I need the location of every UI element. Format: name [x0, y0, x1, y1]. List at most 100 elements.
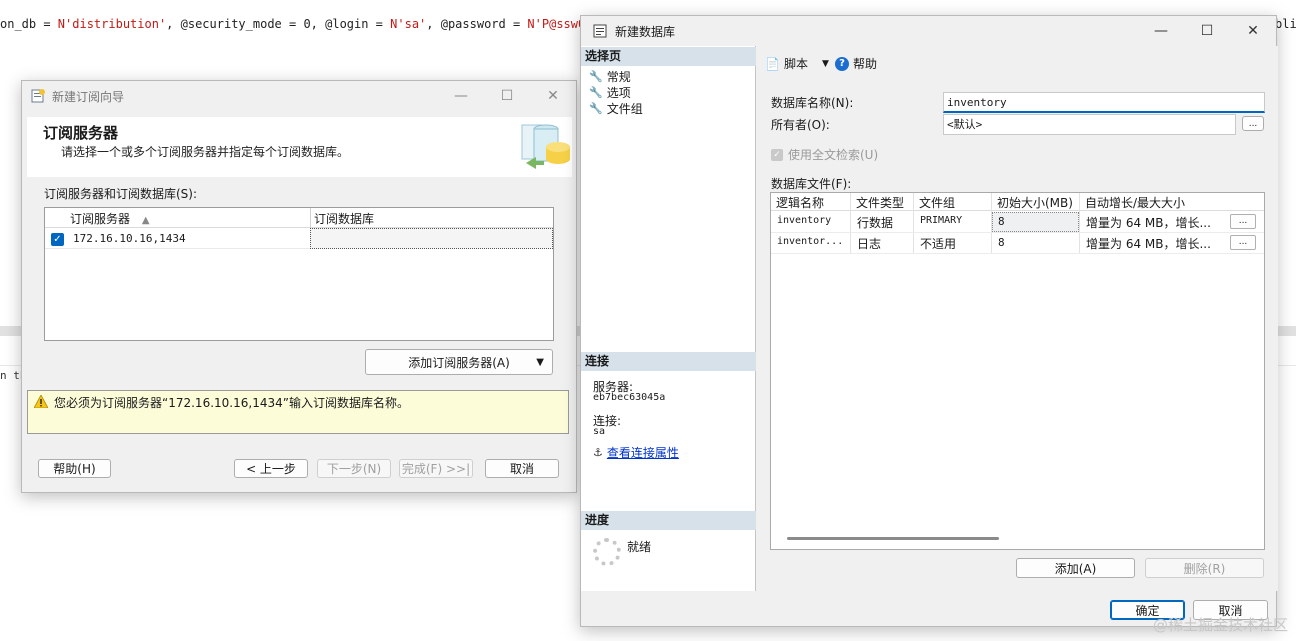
dialog-title: 新建数据库: [615, 24, 676, 39]
subscription-db-cell[interactable]: [310, 228, 553, 249]
select-page-header: 选择页: [581, 47, 756, 66]
back-button[interactable]: < 上一步: [234, 459, 308, 478]
sidebar-item-filegroups[interactable]: 🔧 文件组: [589, 100, 643, 117]
database-app-icon: [593, 24, 607, 38]
minimize-icon[interactable]: —: [438, 81, 484, 111]
next-button[interactable]: 下一步(N): [317, 459, 391, 478]
close-icon[interactable]: ✕: [530, 81, 576, 111]
watermark: @稀土掘金技术社区: [1152, 616, 1288, 634]
table-row[interactable]: ✓ 172.16.10.16,1434: [45, 228, 553, 249]
help-label: 帮助: [853, 57, 878, 71]
left-navigation-pane: 选择页 🔧 常规 🔧 选项 🔧 文件组 连接 服务器: eb7bec63045a…: [581, 46, 756, 591]
autogrowth-edit-button[interactable]: ...: [1230, 235, 1256, 250]
add-file-button[interactable]: 添加(A): [1016, 558, 1135, 578]
column-header-file-type[interactable]: 文件类型: [856, 194, 904, 211]
subscribers-grid[interactable]: 订阅服务器 ▲ 订阅数据库 ✓ 172.16.10.16,1434: [44, 207, 554, 341]
code-text: , @password =: [426, 17, 528, 31]
file-logical-name[interactable]: inventory: [777, 215, 831, 226]
wizard-app-icon: [30, 88, 46, 104]
minimize-icon[interactable]: —: [1138, 16, 1184, 46]
wrench-icon: 🔧: [589, 102, 603, 115]
column-header-initial-size[interactable]: 初始大小(MB): [997, 194, 1073, 211]
close-icon[interactable]: ✕: [1230, 16, 1276, 46]
sidebar-item-label: 常规: [606, 70, 631, 84]
subscribers-section-label: 订阅服务器和订阅数据库(S):: [44, 187, 198, 201]
grid-header: 订阅服务器 ▲ 订阅数据库: [45, 208, 553, 228]
page-title: 订阅服务器: [43, 124, 119, 142]
wrench-icon: 🔧: [589, 86, 603, 99]
file-initial-size[interactable]: 8: [998, 215, 1005, 228]
warning-icon: [33, 394, 49, 411]
row-checkbox[interactable]: ✓: [51, 233, 64, 246]
owner-label: 所有者(O):: [771, 118, 830, 132]
table-row[interactable]: inventor... 日志 不适用 8 增量为 64 MB，增长... ...: [771, 233, 1264, 254]
file-logical-name[interactable]: inventor...: [777, 236, 843, 247]
file-type[interactable]: 行数据: [857, 214, 893, 231]
fulltext-checkbox-row[interactable]: ✓ 使用全文检索(U): [771, 146, 878, 163]
browse-owner-button[interactable]: ...: [1242, 116, 1264, 131]
link-label: 查看连接属性: [606, 446, 679, 460]
finish-button[interactable]: 完成(F) >>|: [399, 459, 473, 478]
column-header-filegroup[interactable]: 文件组: [919, 194, 955, 211]
table-row[interactable]: inventory 行数据 PRIMARY 8 增量为 64 MB，增长... …: [771, 212, 1264, 233]
new-subscription-wizard: 新建订阅向导 — ☐ ✕ 订阅服务器 请选择一个或多个订阅服务器并指定每个订阅数…: [21, 80, 577, 493]
column-divider[interactable]: [310, 208, 311, 228]
help-icon: ?: [835, 56, 849, 71]
warning-text: 您必须为订阅服务器“172.16.10.16,1434”输入订阅数据库名称。: [54, 396, 409, 410]
progress-spinner-icon: [593, 538, 621, 566]
remove-file-button[interactable]: 删除(R): [1145, 558, 1264, 578]
code-string: N'distribution': [57, 17, 167, 31]
sort-ascending-icon: ▲: [141, 215, 150, 226]
editor-code-fragment: bli: [1275, 17, 1296, 31]
file-autogrowth: 增量为 64 MB，增长...: [1086, 237, 1211, 251]
page-subtitle: 请选择一个或多个订阅服务器并指定每个订阅数据库。: [61, 145, 350, 159]
help-button[interactable]: 帮助(H): [38, 459, 111, 478]
wizard-titlebar[interactable]: 新建订阅向导 — ☐ ✕: [22, 81, 576, 111]
database-files-grid[interactable]: 逻辑名称 文件类型 文件组 初始大小(MB) 自动增长/最大大小 invento…: [770, 192, 1265, 550]
view-connection-properties-link[interactable]: ⚓ 查看连接属性: [593, 444, 679, 461]
autogrowth-edit-button[interactable]: ...: [1230, 214, 1256, 229]
column-header-autogrowth[interactable]: 自动增长/最大大小: [1085, 194, 1185, 211]
file-initial-size[interactable]: 8: [998, 236, 1005, 249]
connection-header: 连接: [581, 352, 756, 371]
chevron-down-icon[interactable]: ▼: [822, 59, 829, 69]
file-type[interactable]: 日志: [857, 235, 881, 252]
sidebar-item-general[interactable]: 🔧 常规: [589, 68, 631, 85]
column-header-subscriber[interactable]: 订阅服务器 ▲: [70, 210, 150, 227]
column-header-label: 订阅服务器: [70, 212, 131, 226]
database-name-input[interactable]: inventory: [943, 92, 1265, 113]
maximize-icon[interactable]: ☐: [484, 81, 530, 111]
initial-size-cell[interactable]: [992, 212, 1079, 232]
sidebar-item-label: 文件组: [606, 102, 643, 116]
new-database-dialog: 新建数据库 — ☐ ✕ 选择页 🔧 常规 🔧 选项 🔧 文件组 连接 服务器: …: [580, 15, 1278, 627]
database-files-label: 数据库文件(F):: [771, 177, 852, 191]
script-button[interactable]: 📄 脚本 ▼: [765, 55, 829, 72]
dropdown-arrow-icon: ▼: [536, 356, 544, 368]
column-header-logical-name[interactable]: 逻辑名称: [776, 194, 824, 211]
wizard-title: 新建订阅向导: [52, 89, 125, 104]
subscriber-server-cell: 172.16.10.16,1434: [73, 232, 186, 245]
help-toolbar-button[interactable]: ? 帮助: [835, 55, 877, 72]
file-group[interactable]: 不适用: [920, 235, 956, 252]
script-label: 脚本: [783, 57, 808, 71]
file-group[interactable]: PRIMARY: [920, 215, 962, 226]
cancel-button[interactable]: 取消: [485, 459, 559, 478]
server-value: eb7bec63045a: [593, 392, 666, 403]
horizontal-scrollbar[interactable]: [787, 537, 999, 540]
fulltext-checkbox[interactable]: ✓: [771, 148, 783, 161]
sidebar-item-options[interactable]: 🔧 选项: [589, 84, 631, 101]
add-subscriber-button[interactable]: 添加订阅服务器(A) ▼: [365, 349, 553, 375]
fulltext-label: 使用全文检索(U): [788, 148, 879, 162]
owner-input[interactable]: <默认>: [943, 114, 1236, 135]
maximize-icon[interactable]: ☐: [1184, 16, 1230, 46]
dialog-titlebar[interactable]: 新建数据库 — ☐ ✕: [581, 16, 1276, 46]
validation-message-panel: 您必须为订阅服务器“172.16.10.16,1434”输入订阅数据库名称。: [27, 390, 569, 434]
code-text: , @security_mode = 0, @login =: [166, 17, 391, 31]
wizard-header: 订阅服务器 请选择一个或多个订阅服务器并指定每个订阅数据库。: [27, 117, 572, 177]
code-string: N'sa': [390, 17, 427, 31]
column-header-subscription-db[interactable]: 订阅数据库: [314, 210, 374, 227]
code-text: on_db =: [0, 17, 58, 31]
subscription-database-icon: [516, 119, 572, 175]
files-grid-header: 逻辑名称 文件类型 文件组 初始大小(MB) 自动增长/最大大小: [771, 193, 1264, 211]
connection-properties-icon: ⚓: [593, 446, 603, 459]
